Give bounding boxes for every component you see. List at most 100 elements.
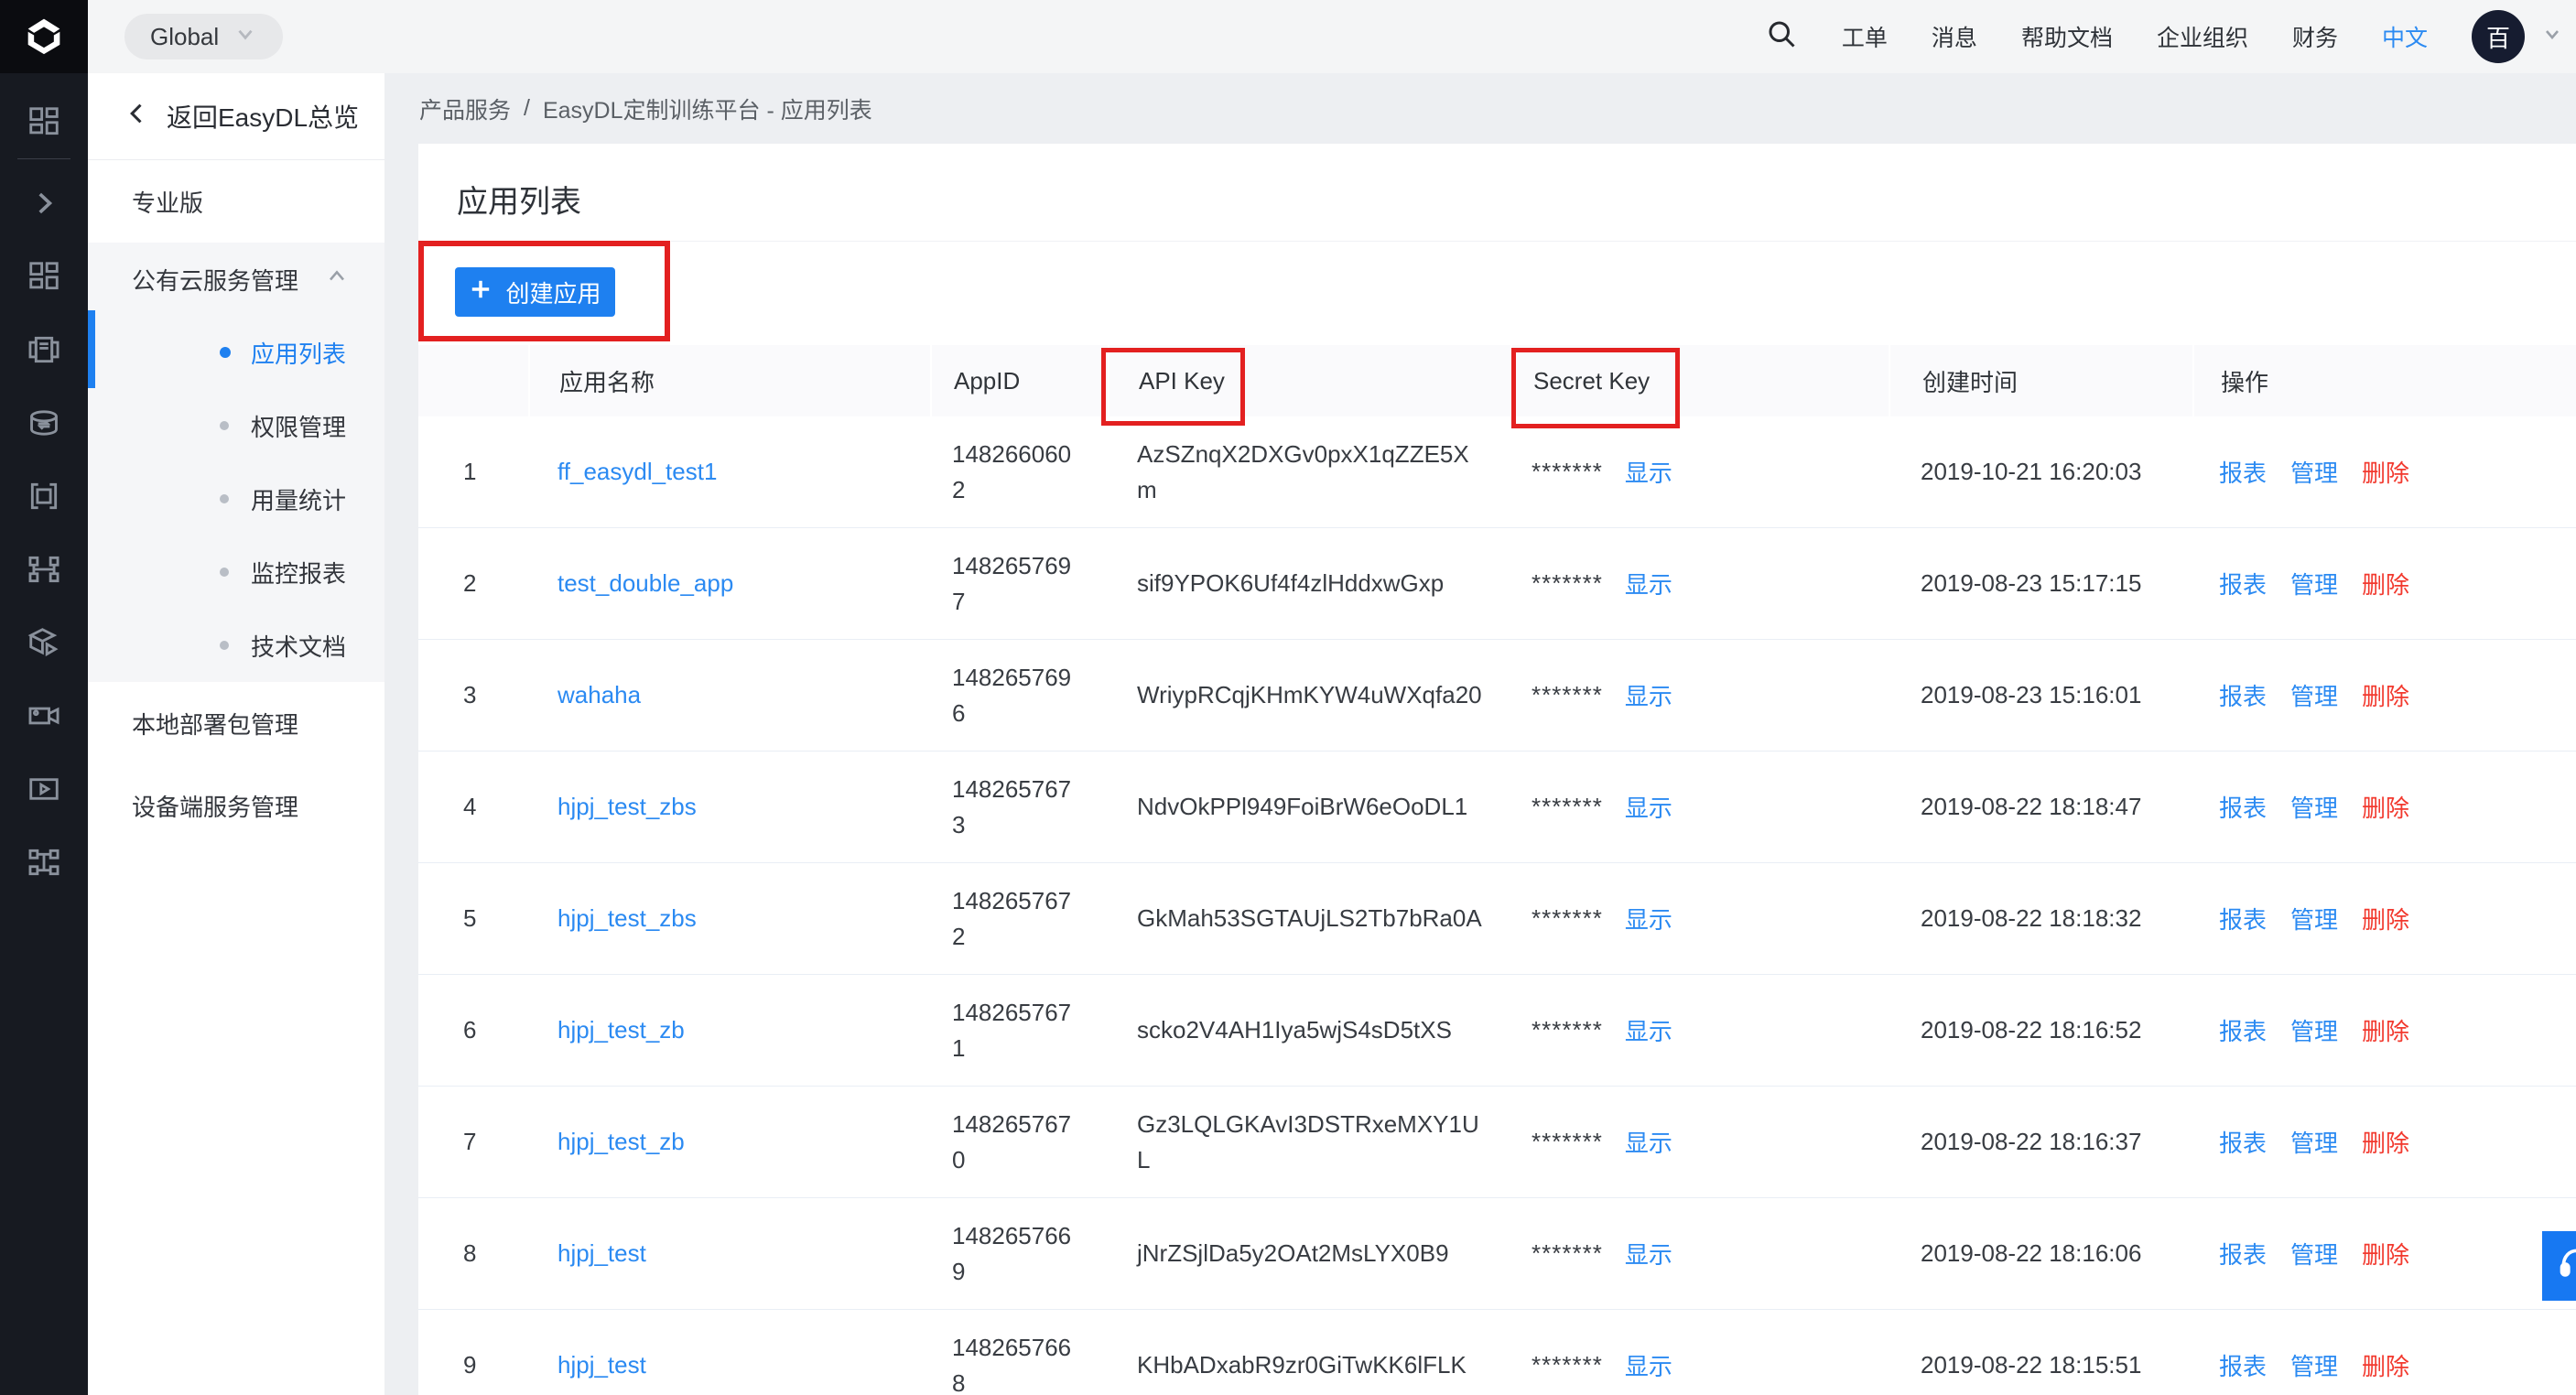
server-icon[interactable] [0, 313, 88, 386]
create-app-button[interactable]: 创建应用 [455, 267, 615, 317]
nav-help-docs[interactable]: 帮助文档 [2021, 20, 2113, 53]
delete-link[interactable]: 删除 [2362, 1348, 2409, 1382]
sidebar-item-app-list[interactable]: 应用列表 [88, 316, 384, 389]
delete-link[interactable]: 删除 [2362, 790, 2409, 824]
show-secret-link[interactable]: 显示 [1625, 1125, 1672, 1159]
report-link[interactable]: 报表 [2219, 1348, 2267, 1382]
sidebar-item-usage-stats[interactable]: 用量统计 [88, 462, 384, 535]
app-name-link[interactable]: hjpj_test_zb [557, 1016, 685, 1044]
report-link[interactable]: 报表 [2219, 678, 2267, 712]
report-link[interactable]: 报表 [2219, 1125, 2267, 1159]
api-key-value: sif9YPOK6Uf4f4zlHddxwGxp [1137, 566, 1487, 601]
box-3d-icon[interactable] [0, 606, 88, 679]
search-icon[interactable] [1765, 17, 1798, 57]
table-row: 9hjpj_test1482657668KHbADxabR9zr0GiTwKK6… [418, 1310, 2576, 1395]
report-link[interactable]: 报表 [2219, 1237, 2267, 1271]
table-row: 1ff_easydl_test11482660602AzSZnqX2DXGv0p… [418, 416, 2576, 528]
app-name-link[interactable]: wahaha [557, 681, 641, 709]
delete-link[interactable]: 删除 [2362, 567, 2409, 600]
report-link[interactable]: 报表 [2219, 902, 2267, 935]
manage-link[interactable]: 管理 [2290, 678, 2338, 712]
show-secret-link[interactable]: 显示 [1625, 1013, 1672, 1047]
collapse-chevron-right-icon[interactable] [0, 167, 88, 240]
manage-link[interactable]: 管理 [2290, 567, 2338, 600]
nav-finance[interactable]: 财务 [2292, 20, 2338, 53]
video-play-icon[interactable] [0, 752, 88, 826]
app-name-link[interactable]: hjpj_test_zb [557, 1128, 685, 1156]
header-app-name: 应用名称 [528, 345, 930, 416]
sidebar-item-device-service[interactable]: 设备端服务管理 [88, 764, 384, 847]
app-name-link[interactable]: ff_easydl_test1 [557, 458, 717, 486]
nav-enterprise[interactable]: 企业组织 [2157, 20, 2248, 53]
bullet-dot [220, 347, 231, 358]
sidebar-item-permission-mgmt[interactable]: 权限管理 [88, 389, 384, 462]
network-icon[interactable] [0, 826, 88, 899]
back-to-easydl-overview[interactable]: 返回EasyDL总览 [88, 73, 384, 160]
app-name-link[interactable]: hjpj_test [557, 1351, 646, 1379]
manage-link[interactable]: 管理 [2290, 790, 2338, 824]
overview-grid-icon[interactable] [0, 85, 88, 158]
pipeline-icon[interactable] [0, 533, 88, 606]
avatar[interactable]: 百 [2472, 10, 2525, 63]
manage-link[interactable]: 管理 [2290, 1013, 2338, 1047]
cell-api-key: NdvOkPPl949FoiBrW6eOoDL1 [1108, 752, 1510, 862]
delete-link[interactable]: 删除 [2362, 678, 2409, 712]
app-id-value: 1482657671 [952, 995, 1078, 1066]
app-name-link[interactable]: hjpj_test_zbs [557, 904, 697, 933]
frame-capture-icon[interactable] [0, 460, 88, 533]
sidebar-item-tech-docs[interactable]: 技术文档 [88, 609, 384, 682]
report-link[interactable]: 报表 [2219, 455, 2267, 489]
app-name-link[interactable]: hjpj_test [557, 1239, 646, 1268]
show-secret-link[interactable]: 显示 [1625, 902, 1672, 935]
app-name-link[interactable]: test_double_app [557, 569, 733, 598]
cell-api-key: Gz3LQLGKAvI3DSTRxeMXY1UL [1108, 1087, 1510, 1197]
breadcrumb-product-services[interactable]: 产品服务 [419, 92, 511, 125]
baidu-cloud-logo[interactable] [0, 0, 88, 73]
report-link[interactable]: 报表 [2219, 567, 2267, 600]
delete-link[interactable]: 删除 [2362, 455, 2409, 489]
delete-link[interactable]: 删除 [2362, 1125, 2409, 1159]
app-name-link[interactable]: hjpj_test_zbs [557, 793, 697, 821]
cell-created-time: 2019-08-22 18:15:51 [1889, 1310, 2192, 1395]
sidebar-item-local-deploy-pkg[interactable]: 本地部署包管理 [88, 682, 384, 764]
row-index: 1 [463, 458, 476, 486]
manage-link[interactable]: 管理 [2290, 1237, 2338, 1271]
nav-work-orders[interactable]: 工单 [1842, 20, 1888, 53]
manage-link[interactable]: 管理 [2290, 902, 2338, 935]
nav-messages[interactable]: 消息 [1932, 20, 1977, 53]
manage-link[interactable]: 管理 [2290, 455, 2338, 489]
show-secret-link[interactable]: 显示 [1625, 455, 1672, 489]
cell-app-name: hjpj_test_zbs [528, 863, 930, 974]
app-id-value: 1482660602 [952, 437, 1078, 508]
report-link[interactable]: 报表 [2219, 1013, 2267, 1047]
show-secret-link[interactable]: 显示 [1625, 1348, 1672, 1382]
delete-link[interactable]: 删除 [2362, 1237, 2409, 1271]
row-index: 5 [463, 904, 476, 933]
region-selector[interactable]: Global [124, 14, 283, 59]
row-index: 9 [463, 1351, 476, 1379]
show-secret-link[interactable]: 显示 [1625, 1237, 1672, 1271]
sidebar-item-pro-edition[interactable]: 专业版 [88, 160, 384, 243]
camera-icon[interactable] [0, 679, 88, 752]
cell-app-id: 1482657672 [930, 863, 1108, 974]
show-secret-link[interactable]: 显示 [1625, 567, 1672, 600]
manage-link[interactable]: 管理 [2290, 1348, 2338, 1382]
table-row: 8hjpj_test1482657669jNrZSjlDa5y2OAt2MsLY… [418, 1198, 2576, 1310]
topbar-right: 工单 消息 帮助文档 企业组织 财务 中文 百 [1765, 10, 2576, 63]
nav-language[interactable]: 中文 [2382, 20, 2428, 53]
delete-link[interactable]: 删除 [2362, 902, 2409, 935]
report-link[interactable]: 报表 [2219, 790, 2267, 824]
avatar-chevron-down-icon[interactable] [2541, 23, 2563, 51]
data-sync-icon[interactable] [0, 386, 88, 460]
delete-link[interactable]: 删除 [2362, 1013, 2409, 1047]
show-secret-link[interactable]: 显示 [1625, 790, 1672, 824]
cell-app-id: 1482657696 [930, 640, 1108, 751]
sidebar: 返回EasyDL总览 专业版 公有云服务管理 应用列表 权限管理 用量统计 监控… [88, 73, 384, 1395]
show-secret-link[interactable]: 显示 [1625, 678, 1672, 712]
sidebar-group-header[interactable]: 公有云服务管理 [88, 243, 384, 316]
sidebar-item-monitor-reports[interactable]: 监控报表 [88, 535, 384, 609]
console-grid-icon[interactable] [0, 240, 88, 313]
cell-app-name: test_double_app [528, 528, 930, 639]
manage-link[interactable]: 管理 [2290, 1125, 2338, 1159]
support-float-button[interactable] [2542, 1231, 2576, 1301]
